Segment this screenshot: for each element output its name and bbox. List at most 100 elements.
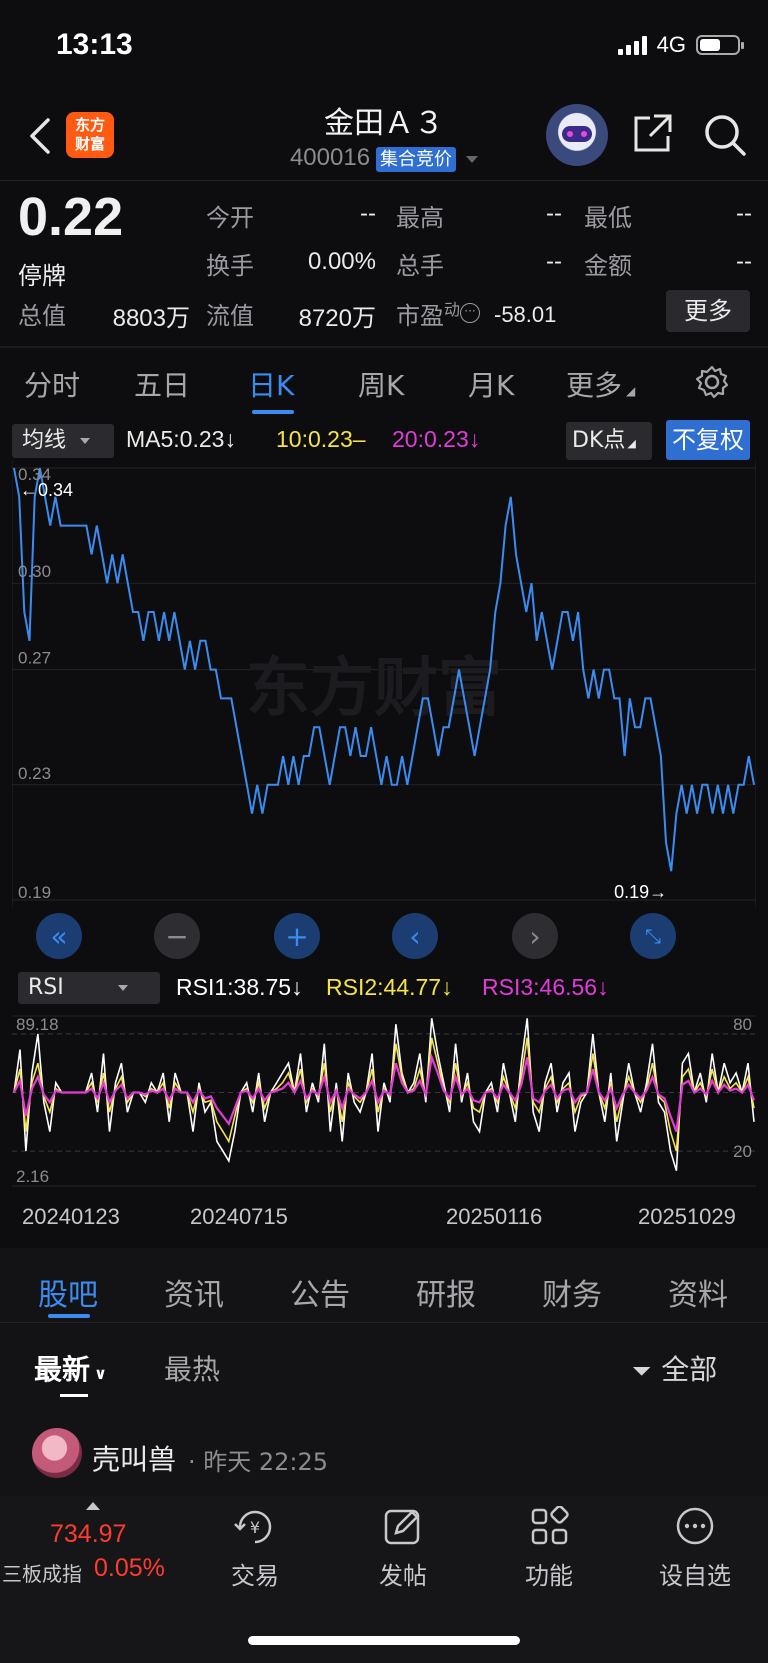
- rsi-min-label: 2.16: [16, 1167, 49, 1186]
- scroll-left-fast-button[interactable]: «: [36, 913, 82, 959]
- nav-post-label: 发帖: [379, 1562, 427, 1590]
- more-button[interactable]: 更多: [666, 290, 750, 332]
- kline-chart[interactable]: 东方财富0.340.300.270.230.19←0.340.19→: [12, 460, 756, 965]
- y-axis-label: 0.23: [18, 764, 51, 783]
- nav-functions[interactable]: 功能: [494, 1506, 604, 1591]
- tab-news[interactable]: 资讯: [164, 1270, 224, 1314]
- tab-daily-k[interactable]: 日K: [248, 364, 294, 404]
- nav-post[interactable]: 发帖: [348, 1506, 458, 1591]
- edit-icon: [384, 1509, 420, 1545]
- watermark: 东方财富: [246, 652, 502, 726]
- pe-label[interactable]: 市盈动 ···: [396, 296, 481, 331]
- corner-arrow-icon: ◢: [626, 384, 636, 398]
- rsi-overbought-label: 80: [733, 1015, 752, 1034]
- sort-newest-label: 最新: [34, 1353, 91, 1386]
- rsi-chart[interactable]: 89.18 2.16 80 20: [12, 1006, 756, 1194]
- post-time: · 昨天 22:25: [188, 1448, 329, 1476]
- ma-select-label: 均线: [22, 428, 67, 453]
- user-avatar[interactable]: [32, 1428, 82, 1478]
- float-cap-value: 8720万: [298, 305, 376, 332]
- market-cap-value: 8803万: [112, 305, 190, 332]
- turnover-value: 0.00%: [307, 248, 376, 275]
- divider: [0, 180, 768, 181]
- rsi-select-label: RSI: [28, 975, 64, 1000]
- scroll-right-button[interactable]: ›: [512, 913, 558, 959]
- date-label: 20250116: [446, 1204, 543, 1229]
- filter-all[interactable]: ⏷ 全部: [632, 1348, 717, 1388]
- ma20-value: 20:0.23↓: [392, 426, 481, 452]
- max-price-marker: ←0.34: [20, 480, 73, 500]
- volume-label: 总手: [396, 252, 444, 280]
- rsi3-value: RSI3:46.56↓: [482, 974, 609, 1000]
- tab-announcements[interactable]: 公告: [290, 1270, 350, 1314]
- low-value: --: [736, 200, 752, 227]
- rsi-max-label: 89.18: [16, 1015, 59, 1034]
- pe-label-text: 市盈: [396, 302, 444, 330]
- rsi1-value: RSI1:38.75↓: [176, 974, 303, 1000]
- sort-newest[interactable]: 最新 ∨: [34, 1348, 107, 1388]
- tab-weekly-k[interactable]: 周K: [358, 364, 404, 404]
- signal-icon: [617, 35, 647, 55]
- dk-point-label: DK点: [572, 428, 626, 453]
- tab-intraday[interactable]: 分时: [24, 364, 80, 404]
- high-value: --: [546, 200, 562, 227]
- open-value: --: [360, 200, 376, 227]
- divider: [0, 346, 768, 348]
- volume-value: --: [546, 248, 562, 275]
- tab-more[interactable]: 更多 ◢: [566, 364, 635, 404]
- float-cap-label: 流值: [206, 302, 254, 330]
- scroll-left-button[interactable]: ‹: [392, 913, 438, 959]
- home-indicator[interactable]: [248, 1636, 520, 1645]
- search-icon[interactable]: [702, 112, 748, 158]
- index-name[interactable]: 三板成指: [2, 1558, 82, 1587]
- tab-finance[interactable]: 财务: [542, 1270, 602, 1314]
- nav-trade[interactable]: ¥ 交易: [200, 1506, 310, 1591]
- robot-assistant-avatar[interactable]: [546, 104, 608, 166]
- info-icon[interactable]: ···: [460, 303, 481, 323]
- date-label: 20240123: [22, 1204, 120, 1229]
- tab-five-day[interactable]: 五日: [134, 364, 190, 404]
- zoom-in-button[interactable]: +: [274, 913, 320, 959]
- turnover-label: 换手: [206, 252, 254, 280]
- nav-watchlist[interactable]: 设自选: [640, 1506, 750, 1591]
- tab-profile[interactable]: 资料: [668, 1270, 728, 1314]
- up-arrow-icon: [86, 1502, 100, 1510]
- rsi-line: [13, 1053, 756, 1132]
- dropdown-icon: [466, 155, 479, 163]
- tab-guba[interactable]: 股吧: [38, 1270, 98, 1314]
- post-username[interactable]: 壳叫兽: [92, 1438, 176, 1478]
- ma-select[interactable]: 均线: [12, 424, 114, 458]
- trading-status: 停牌: [18, 262, 66, 290]
- divider: [0, 1322, 768, 1323]
- no-adjust-button[interactable]: 不复权: [666, 420, 750, 460]
- index-value[interactable]: 734.97: [50, 1520, 126, 1549]
- trade-icon: ¥: [234, 1510, 272, 1544]
- ma5-value: MA5:0.23↓: [126, 426, 236, 452]
- index-change: 0.05%: [94, 1554, 165, 1582]
- more-dots-icon: [676, 1507, 714, 1545]
- ma10-value: 10:0.23–: [276, 426, 366, 452]
- y-axis-label: 0.30: [18, 562, 51, 581]
- active-tab-indicator: [252, 410, 294, 414]
- svg-text:¥: ¥: [250, 1518, 260, 1537]
- share-icon[interactable]: [630, 112, 674, 156]
- high-label: 最高: [396, 204, 444, 232]
- rsi-select[interactable]: RSI: [18, 972, 160, 1004]
- gear-icon[interactable]: [694, 364, 730, 400]
- y-axis-label: 0.19: [18, 883, 51, 902]
- low-label: 最低: [584, 204, 632, 232]
- rsi2-value: RSI2:44.77↓: [326, 974, 453, 1000]
- amount-value: --: [736, 248, 752, 275]
- battery-icon: [696, 35, 744, 55]
- y-axis-label: 0.27: [18, 649, 51, 668]
- rsi-oversold-label: 20: [733, 1142, 752, 1161]
- dk-point-button[interactable]: DK点 ◢: [566, 422, 652, 460]
- filter-icon: ⏷: [632, 1357, 652, 1385]
- fullscreen-icon[interactable]: ⤡: [630, 913, 676, 959]
- zoom-out-button[interactable]: −: [154, 913, 200, 959]
- date-label: 20251029: [638, 1204, 736, 1229]
- nav-watchlist-label: 设自选: [659, 1562, 731, 1590]
- tab-research[interactable]: 研报: [416, 1270, 476, 1314]
- tab-monthly-k[interactable]: 月K: [468, 364, 514, 404]
- sort-hottest[interactable]: 最热: [164, 1348, 220, 1388]
